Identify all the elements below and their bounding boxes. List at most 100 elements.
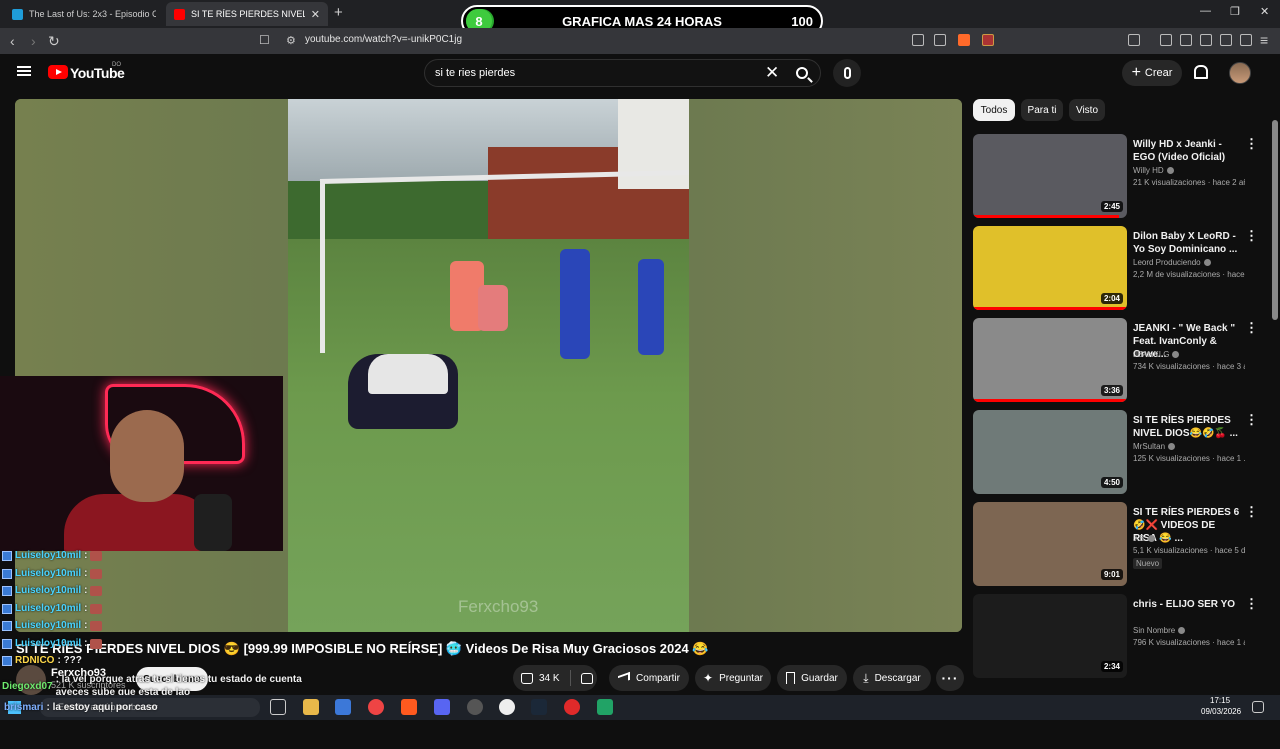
store-icon[interactable]	[335, 699, 351, 715]
clock-date[interactable]: 09/03/2026	[1201, 707, 1241, 716]
recommendation-channel[interactable]: Willy HD	[1133, 166, 1174, 175]
video-player[interactable]: Ferxcho93	[15, 99, 962, 632]
chrome-icon[interactable]	[368, 699, 384, 715]
recommendation-card[interactable]: 2:45 Willy HD x Jeanki - EGO (Video Ofici…	[973, 134, 1263, 218]
recommendation-channel[interactable]: JEANKI G	[1133, 350, 1180, 359]
recommendation-card[interactable]: 3:36 JEANKI - " We Back " Feat. IvanConly…	[973, 318, 1263, 402]
recommendation-title[interactable]: SI TE RÍES PIERDES NIVEL DIOS😂🤣🍒 ...	[1133, 414, 1241, 440]
sidebar-icon[interactable]	[1128, 34, 1140, 46]
recommendation-card[interactable]: 4:50 SI TE RÍES PIERDES NIVEL DIOS😂🤣🍒 ...…	[973, 410, 1263, 494]
more-options-icon[interactable]: ⋮	[1245, 136, 1258, 152]
rewards-icon[interactable]	[982, 34, 994, 46]
url-field[interactable]: youtube.com/watch?v=-unikP0C1jg	[305, 34, 462, 45]
media-icon[interactable]	[1160, 34, 1172, 46]
task-view-icon[interactable]	[270, 699, 286, 715]
recommendation-title[interactable]: chris - ELIJO SER YO	[1133, 598, 1241, 611]
discord-icon[interactable]	[434, 699, 450, 715]
chip-watched[interactable]: Visto	[1069, 99, 1105, 121]
recommendation-card[interactable]: 2:04 Dilon Baby X LeoRD - Yo Soy Dominica…	[973, 226, 1263, 310]
vpn-icon[interactable]	[1240, 34, 1252, 46]
recommendation-card[interactable]: 9:01 SI TE RÍES PIERDES 6 🤣❌ VIDEOS DE RI…	[973, 502, 1263, 586]
reader-icon[interactable]	[1180, 34, 1192, 46]
more-options-icon[interactable]: ⋮	[1245, 504, 1258, 520]
excel-icon[interactable]	[597, 699, 613, 715]
recommendation-channel[interactable]: J.B	[1133, 534, 1155, 543]
youtube-logo-icon[interactable]	[48, 65, 68, 79]
chat-message: Luiseloy10mil:	[2, 568, 103, 579]
download-button[interactable]: ⤓ Descargar	[853, 665, 931, 691]
tab-youtube-active[interactable]: SI TE RÍES PIERDES NIVEL DIOS 😎 ✕	[166, 2, 328, 26]
more-options-icon[interactable]: ⋮	[1245, 412, 1258, 428]
brave-icon[interactable]	[401, 699, 417, 715]
video-thumbnail[interactable]: 9:01	[973, 502, 1127, 586]
save-button[interactable]: Guardar	[777, 665, 847, 691]
more-options-icon[interactable]: ⋮	[1245, 228, 1258, 244]
youtube-favicon-icon	[174, 8, 185, 20]
page-scrollbar[interactable]	[1270, 108, 1280, 749]
bookmark-icon[interactable]: ☐	[259, 33, 270, 47]
steam-icon[interactable]	[531, 699, 547, 715]
more-options-icon[interactable]: ⋮	[1245, 596, 1258, 612]
ask-button[interactable]: ✦ Preguntar	[695, 665, 771, 691]
clear-search-icon[interactable]: ✕	[765, 63, 779, 83]
minimize-icon[interactable]: —	[1200, 5, 1211, 17]
scroll-thumb[interactable]	[1272, 120, 1278, 320]
cast-icon[interactable]	[912, 34, 924, 46]
voice-search-button[interactable]	[833, 59, 861, 87]
menu-icon[interactable]: ≡	[1260, 32, 1268, 48]
close-window-icon[interactable]: ✕	[1260, 5, 1269, 18]
recommendation-channel[interactable]: Sin Nombre	[1133, 626, 1186, 635]
share-icon[interactable]	[934, 34, 946, 46]
video-thumbnail[interactable]: 2:34	[973, 594, 1127, 678]
channel-label: Sin Nombre	[1133, 626, 1176, 635]
recommendation-title[interactable]: Willy HD x Jeanki - EGO (Video Oficial)	[1133, 138, 1241, 164]
restore-icon[interactable]: ❐	[1230, 5, 1240, 18]
chat-user: Luiseloy10mil	[15, 603, 82, 614]
recommendation-channel[interactable]: Leord Produciendo	[1133, 258, 1211, 267]
notifications-icon[interactable]	[1252, 701, 1264, 713]
create-button[interactable]: + Crear	[1122, 60, 1182, 86]
like-count[interactable]: 34 K	[539, 673, 560, 684]
wallet-icon[interactable]	[1200, 34, 1212, 46]
close-tab-icon[interactable]: ✕	[311, 8, 320, 21]
search-box[interactable]: si te ries pierdes ✕	[424, 59, 821, 87]
dislike-icon[interactable]	[580, 672, 593, 684]
video-thumbnail[interactable]: 3:36	[973, 318, 1127, 402]
video-thumbnail[interactable]: 4:50	[973, 410, 1127, 494]
share-button[interactable]: Compartir	[609, 665, 689, 691]
video-thumbnail[interactable]: 2:45	[973, 134, 1127, 218]
like-icon[interactable]	[521, 672, 533, 684]
chat-message: Luiseloy10mil:	[2, 603, 103, 614]
new-badge: Nuevo	[1133, 558, 1163, 569]
recommendation-channel[interactable]: MrSultan	[1133, 442, 1176, 451]
video-thumbnail[interactable]: 2:04	[973, 226, 1127, 310]
notifications-bell-icon[interactable]	[1193, 64, 1208, 79]
obs-icon[interactable]	[499, 699, 515, 715]
search-button[interactable]	[784, 59, 820, 87]
account-avatar[interactable]	[1229, 62, 1251, 84]
player-bending	[478, 285, 508, 331]
more-actions-button[interactable]: ···	[936, 665, 964, 691]
forward-icon[interactable]: ›	[31, 33, 36, 49]
save-label: Guardar	[801, 672, 838, 684]
new-tab-button[interactable]: +	[334, 4, 343, 21]
watch-progress-bar	[973, 307, 1127, 310]
app-icon[interactable]	[467, 699, 483, 715]
leo-icon[interactable]	[1220, 34, 1232, 46]
chip-all[interactable]: Todos	[973, 99, 1015, 121]
more-options-icon[interactable]: ⋮	[1245, 320, 1258, 336]
back-icon[interactable]: ‹	[10, 33, 15, 49]
file-explorer-icon[interactable]	[303, 699, 319, 715]
search-input[interactable]: si te ries pierdes	[435, 67, 515, 79]
chip-for-you[interactable]: Para ti	[1021, 99, 1063, 121]
reload-icon[interactable]: ↻	[48, 33, 60, 50]
recommendation-meta: 125 K visualizaciones · hace 1 ...	[1133, 454, 1245, 463]
site-info-icon[interactable]: ⚙	[286, 34, 296, 47]
recommendation-card[interactable]: 2:34 chris - ELIJO SER YO Sin Nombre 796 K …	[973, 594, 1263, 678]
opera-icon[interactable]	[564, 699, 580, 715]
tab-last-of-us[interactable]: The Last of Us: 2x3 - Episodio Comp	[4, 2, 164, 26]
brave-shield-icon[interactable]	[958, 34, 970, 46]
clock-time[interactable]: 17:15	[1210, 696, 1230, 705]
recommendation-title[interactable]: Dilon Baby X LeoRD - Yo Soy Dominicano .…	[1133, 230, 1241, 256]
hamburger-menu-icon[interactable]	[17, 66, 31, 76]
